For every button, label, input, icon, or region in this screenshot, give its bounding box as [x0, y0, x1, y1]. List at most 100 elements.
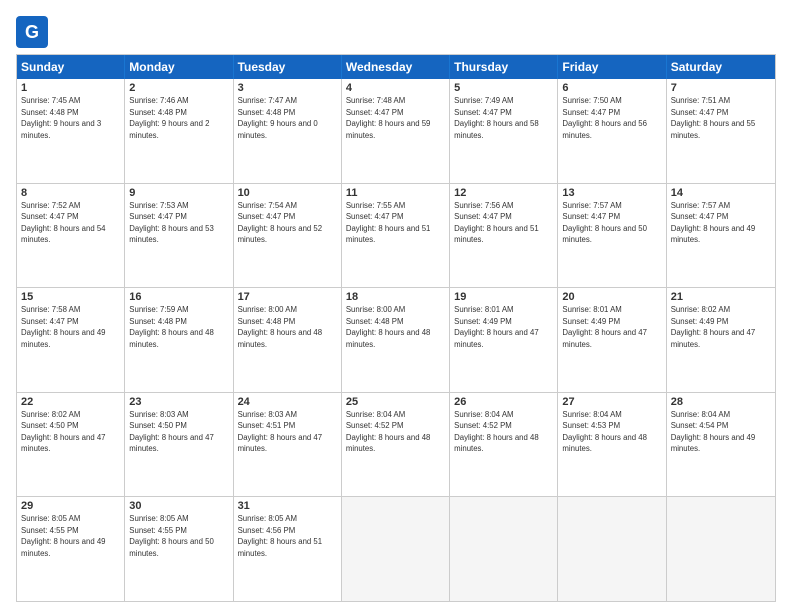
cell-info: Sunrise: 7:48 AMSunset: 4:47 PMDaylight:…	[346, 96, 431, 140]
day-number: 15	[21, 291, 120, 303]
calendar-cell: 25Sunrise: 8:04 AMSunset: 4:52 PMDayligh…	[342, 393, 450, 497]
calendar-row-1: 1 Sunrise: 7:45 AMSunset: 4:48 PMDaylight…	[17, 79, 775, 183]
day-number: 13	[562, 187, 661, 199]
calendar-cell: 26Sunrise: 8:04 AMSunset: 4:52 PMDayligh…	[450, 393, 558, 497]
calendar-row-4: 22 Sunrise: 8:02 AMSunset: 4:50 PMDayligh…	[17, 392, 775, 497]
day-number: 31	[238, 500, 337, 512]
day-number: 10	[238, 187, 337, 199]
calendar-cell	[667, 497, 775, 601]
calendar-cell: 22 Sunrise: 8:02 AMSunset: 4:50 PMDayligh…	[17, 393, 125, 497]
day-number: 28	[671, 396, 771, 408]
cell-info: Sunrise: 8:01 AMSunset: 4:49 PMDaylight:…	[562, 305, 647, 349]
calendar-cell: 8 Sunrise: 7:52 AMSunset: 4:47 PMDaylight…	[17, 184, 125, 288]
day-number: 11	[346, 187, 445, 199]
calendar-cell: 23 Sunrise: 8:03 AMSunset: 4:50 PMDayligh…	[125, 393, 233, 497]
day-number: 7	[671, 82, 771, 94]
day-number: 17	[238, 291, 337, 303]
day-number: 23	[129, 396, 228, 408]
calendar-cell: 13 Sunrise: 7:57 AMSunset: 4:47 PMDayligh…	[558, 184, 666, 288]
calendar-cell: 31 Sunrise: 8:05 AMSunset: 4:56 PMDayligh…	[234, 497, 342, 601]
page: G Sunday Monday Tuesday Wednesday Thursd…	[0, 0, 792, 612]
calendar-cell: 6Sunrise: 7:50 AMSunset: 4:47 PMDaylight…	[558, 79, 666, 183]
calendar-cell: 30Sunrise: 8:05 AMSunset: 4:55 PMDayligh…	[125, 497, 233, 601]
cell-info: Sunrise: 8:04 AMSunset: 4:53 PMDaylight:…	[562, 410, 647, 454]
calendar-cell: 19Sunrise: 8:01 AMSunset: 4:49 PMDayligh…	[450, 288, 558, 392]
cell-info: Sunrise: 7:49 AMSunset: 4:47 PMDaylight:…	[454, 96, 539, 140]
header-tuesday: Tuesday	[234, 55, 342, 79]
calendar-cell: 10 Sunrise: 7:54 AMSunset: 4:47 PMDayligh…	[234, 184, 342, 288]
day-number: 8	[21, 187, 120, 199]
cell-info: Sunrise: 7:59 AMSunset: 4:48 PMDaylight:…	[129, 305, 214, 349]
header-sunday: Sunday	[17, 55, 125, 79]
calendar-row-3: 15 Sunrise: 7:58 AMSunset: 4:47 PMDayligh…	[17, 287, 775, 392]
day-number: 27	[562, 396, 661, 408]
calendar-cell: 4 Sunrise: 7:48 AMSunset: 4:47 PMDaylight…	[342, 79, 450, 183]
calendar-cell: 29 Sunrise: 8:05 AMSunset: 4:55 PMDayligh…	[17, 497, 125, 601]
day-number: 26	[454, 396, 553, 408]
calendar-cell	[450, 497, 558, 601]
svg-text:G: G	[25, 22, 39, 42]
cell-info: Sunrise: 7:52 AMSunset: 4:47 PMDaylight:…	[21, 201, 106, 245]
calendar-cell: 5 Sunrise: 7:49 AMSunset: 4:47 PMDaylight…	[450, 79, 558, 183]
day-number: 12	[454, 187, 553, 199]
day-number: 24	[238, 396, 337, 408]
calendar-cell: 20 Sunrise: 8:01 AMSunset: 4:49 PMDayligh…	[558, 288, 666, 392]
cell-info: Sunrise: 7:54 AMSunset: 4:47 PMDaylight:…	[238, 201, 323, 245]
cell-info: Sunrise: 7:58 AMSunset: 4:47 PMDaylight:…	[21, 305, 106, 349]
calendar-cell: 11Sunrise: 7:55 AMSunset: 4:47 PMDayligh…	[342, 184, 450, 288]
day-number: 16	[129, 291, 228, 303]
cell-info: Sunrise: 7:51 AMSunset: 4:47 PMDaylight:…	[671, 96, 756, 140]
calendar-cell	[342, 497, 450, 601]
cell-info: Sunrise: 8:00 AMSunset: 4:48 PMDaylight:…	[346, 305, 431, 349]
day-number: 9	[129, 187, 228, 199]
calendar-cell: 24 Sunrise: 8:03 AMSunset: 4:51 PMDayligh…	[234, 393, 342, 497]
cell-info: Sunrise: 7:57 AMSunset: 4:47 PMDaylight:…	[562, 201, 647, 245]
cell-info: Sunrise: 8:01 AMSunset: 4:49 PMDaylight:…	[454, 305, 539, 349]
calendar-cell: 27 Sunrise: 8:04 AMSunset: 4:53 PMDayligh…	[558, 393, 666, 497]
calendar-row-5: 29 Sunrise: 8:05 AMSunset: 4:55 PMDayligh…	[17, 496, 775, 601]
cell-info: Sunrise: 8:02 AMSunset: 4:49 PMDaylight:…	[671, 305, 756, 349]
calendar-cell	[558, 497, 666, 601]
day-number: 6	[562, 82, 661, 94]
calendar-row-2: 8 Sunrise: 7:52 AMSunset: 4:47 PMDaylight…	[17, 183, 775, 288]
cell-info: Sunrise: 8:03 AMSunset: 4:50 PMDaylight:…	[129, 410, 214, 454]
day-number: 29	[21, 500, 120, 512]
cell-info: Sunrise: 8:02 AMSunset: 4:50 PMDaylight:…	[21, 410, 106, 454]
calendar-cell: 2Sunrise: 7:46 AMSunset: 4:48 PMDaylight…	[125, 79, 233, 183]
logo: G	[16, 16, 52, 48]
calendar-cell: 14Sunrise: 7:57 AMSunset: 4:47 PMDayligh…	[667, 184, 775, 288]
day-number: 5	[454, 82, 553, 94]
day-number: 25	[346, 396, 445, 408]
cell-info: Sunrise: 8:05 AMSunset: 4:56 PMDaylight:…	[238, 514, 323, 558]
cell-info: Sunrise: 8:05 AMSunset: 4:55 PMDaylight:…	[129, 514, 214, 558]
cell-info: Sunrise: 8:00 AMSunset: 4:48 PMDaylight:…	[238, 305, 323, 349]
cell-info: Sunrise: 8:05 AMSunset: 4:55 PMDaylight:…	[21, 514, 106, 558]
calendar-cell: 17 Sunrise: 8:00 AMSunset: 4:48 PMDayligh…	[234, 288, 342, 392]
cell-info: Sunrise: 8:04 AMSunset: 4:54 PMDaylight:…	[671, 410, 756, 454]
cell-info: Sunrise: 7:46 AMSunset: 4:48 PMDaylight:…	[129, 96, 209, 140]
day-number: 3	[238, 82, 337, 94]
calendar: Sunday Monday Tuesday Wednesday Thursday…	[16, 54, 776, 602]
cell-info: Sunrise: 7:57 AMSunset: 4:47 PMDaylight:…	[671, 201, 756, 245]
calendar-cell: 9Sunrise: 7:53 AMSunset: 4:47 PMDaylight…	[125, 184, 233, 288]
logo-icon: G	[16, 16, 48, 48]
calendar-cell: 12 Sunrise: 7:56 AMSunset: 4:47 PMDayligh…	[450, 184, 558, 288]
day-number: 22	[21, 396, 120, 408]
calendar-cell: 3Sunrise: 7:47 AMSunset: 4:48 PMDaylight…	[234, 79, 342, 183]
day-number: 20	[562, 291, 661, 303]
header-monday: Monday	[125, 55, 233, 79]
cell-info: Sunrise: 7:56 AMSunset: 4:47 PMDaylight:…	[454, 201, 539, 245]
header-friday: Friday	[558, 55, 666, 79]
cell-info: Sunrise: 8:03 AMSunset: 4:51 PMDaylight:…	[238, 410, 323, 454]
day-number: 21	[671, 291, 771, 303]
calendar-header: Sunday Monday Tuesday Wednesday Thursday…	[17, 55, 775, 79]
calendar-body: 1 Sunrise: 7:45 AMSunset: 4:48 PMDaylight…	[17, 79, 775, 601]
day-number: 1	[21, 82, 120, 94]
calendar-cell: 1 Sunrise: 7:45 AMSunset: 4:48 PMDaylight…	[17, 79, 125, 183]
day-number: 4	[346, 82, 445, 94]
calendar-cell: 28 Sunrise: 8:04 AMSunset: 4:54 PMDayligh…	[667, 393, 775, 497]
calendar-cell: 18Sunrise: 8:00 AMSunset: 4:48 PMDayligh…	[342, 288, 450, 392]
cell-info: Sunrise: 7:45 AMSunset: 4:48 PMDaylight:…	[21, 96, 101, 140]
header-thursday: Thursday	[450, 55, 558, 79]
header-wednesday: Wednesday	[342, 55, 450, 79]
